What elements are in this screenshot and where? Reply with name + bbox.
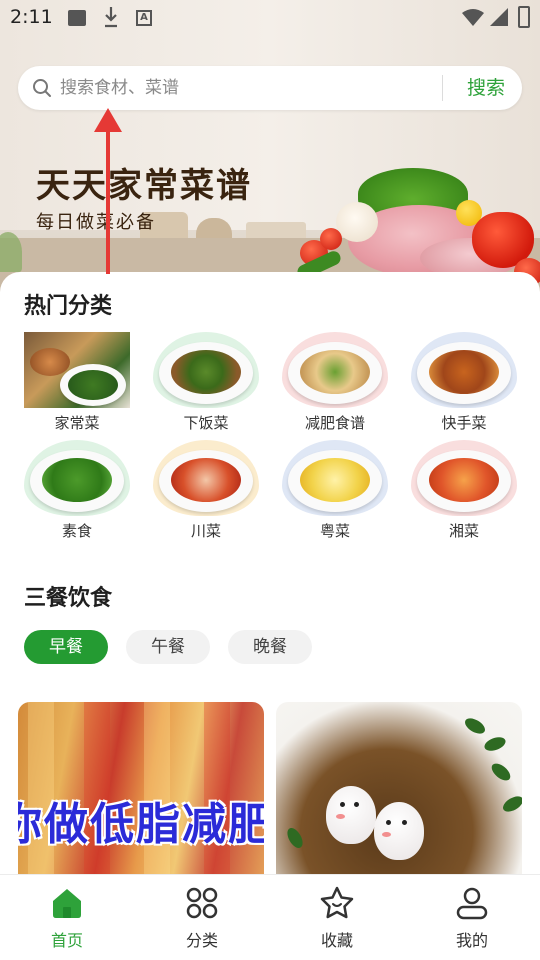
- category-thumbnail: [153, 440, 259, 516]
- user-icon: [456, 887, 488, 920]
- quail-egg: [374, 802, 424, 860]
- hero-banner: 天天家常菜谱 每日做菜必备: [0, 0, 540, 300]
- wifi-icon: [462, 9, 484, 26]
- download-icon: [105, 7, 117, 28]
- category-thumbnail: [24, 332, 130, 408]
- category-label: 川菜: [190, 522, 221, 540]
- category-sichuan[interactable]: 川菜: [153, 440, 259, 540]
- content-sheet: 热门分类 家常菜 下饭菜 减肥食谱 快手菜 素食 川菜 粤菜 湘菜 三餐饮食 早…: [0, 272, 540, 874]
- nav-favorites[interactable]: 收藏: [292, 885, 382, 955]
- tab-lunch[interactable]: 午餐: [126, 630, 210, 664]
- leaf-decoration: [488, 760, 514, 784]
- battery-icon: [518, 6, 530, 28]
- hot-categories-title: 热门分类: [24, 294, 113, 319]
- star-icon: [320, 886, 354, 919]
- leaf-decoration: [284, 825, 306, 851]
- recipe-card[interactable]: [276, 702, 522, 874]
- category-hunan[interactable]: 湘菜: [411, 440, 517, 540]
- nav-label: 收藏: [320, 931, 353, 950]
- leaf-decoration: [462, 715, 488, 737]
- category-label: 家常菜: [54, 414, 100, 432]
- search-divider: [442, 75, 443, 101]
- card-overlay-text: 你做低脂减肥: [18, 799, 264, 850]
- status-time: 2:11: [10, 6, 53, 28]
- nav-label: 分类: [185, 931, 218, 950]
- status-bar: 2:11 A: [0, 0, 540, 36]
- onion-image: [336, 202, 378, 242]
- quail-egg: [326, 786, 376, 844]
- home-icon: [53, 889, 81, 918]
- tab-dinner[interactable]: 晚餐: [228, 630, 312, 664]
- category-thumbnail: [153, 332, 259, 408]
- hero-subtitle: 每日做菜必备: [36, 212, 156, 233]
- image-icon: [68, 10, 86, 26]
- bottom-nav: 首页 分类 收藏 我的: [0, 874, 540, 960]
- category-rice-dishes[interactable]: 下饭菜: [153, 332, 259, 432]
- search-button[interactable]: 搜索: [452, 66, 520, 110]
- search-icon: [33, 79, 51, 97]
- category-diet-recipes[interactable]: 减肥食谱: [282, 332, 388, 432]
- nav-profile[interactable]: 我的: [427, 885, 517, 955]
- category-vegetarian[interactable]: 素食: [24, 440, 130, 540]
- category-home-cooking[interactable]: 家常菜: [24, 332, 130, 432]
- category-label: 快手菜: [441, 414, 487, 432]
- nav-label: 首页: [50, 931, 83, 950]
- leaf-decoration: [482, 734, 508, 754]
- category-thumbnail: [24, 440, 130, 516]
- category-label: 粤菜: [319, 522, 350, 540]
- leaf-decoration: [500, 793, 522, 815]
- tomato-image: [320, 228, 342, 250]
- meals-title: 三餐饮食: [24, 586, 113, 611]
- tab-breakfast[interactable]: 早餐: [24, 630, 108, 664]
- category-quick-dishes[interactable]: 快手菜: [411, 332, 517, 432]
- nav-label: 我的: [455, 931, 488, 950]
- category-label: 下饭菜: [183, 414, 229, 432]
- a-icon: A: [136, 10, 152, 26]
- category-label: 减肥食谱: [304, 414, 365, 432]
- category-thumbnail: [411, 332, 517, 408]
- annotation-arrow: [106, 126, 110, 274]
- search-input[interactable]: [60, 66, 430, 110]
- signal-icon: [490, 8, 508, 26]
- category-thumbnail: [282, 440, 388, 516]
- grid-icon: [186, 887, 218, 919]
- category-label: 湘菜: [448, 522, 479, 540]
- category-label: 素食: [61, 522, 92, 540]
- category-thumbnail: [282, 332, 388, 408]
- hero-title: 天天家常菜谱: [36, 166, 252, 206]
- nav-home[interactable]: 首页: [22, 885, 112, 955]
- nav-categories[interactable]: 分类: [157, 885, 247, 955]
- recipe-card[interactable]: 你做低脂减肥: [18, 702, 264, 874]
- category-cantonese[interactable]: 粤菜: [282, 440, 388, 540]
- search-bar: 搜索: [18, 66, 522, 110]
- category-thumbnail: [411, 440, 517, 516]
